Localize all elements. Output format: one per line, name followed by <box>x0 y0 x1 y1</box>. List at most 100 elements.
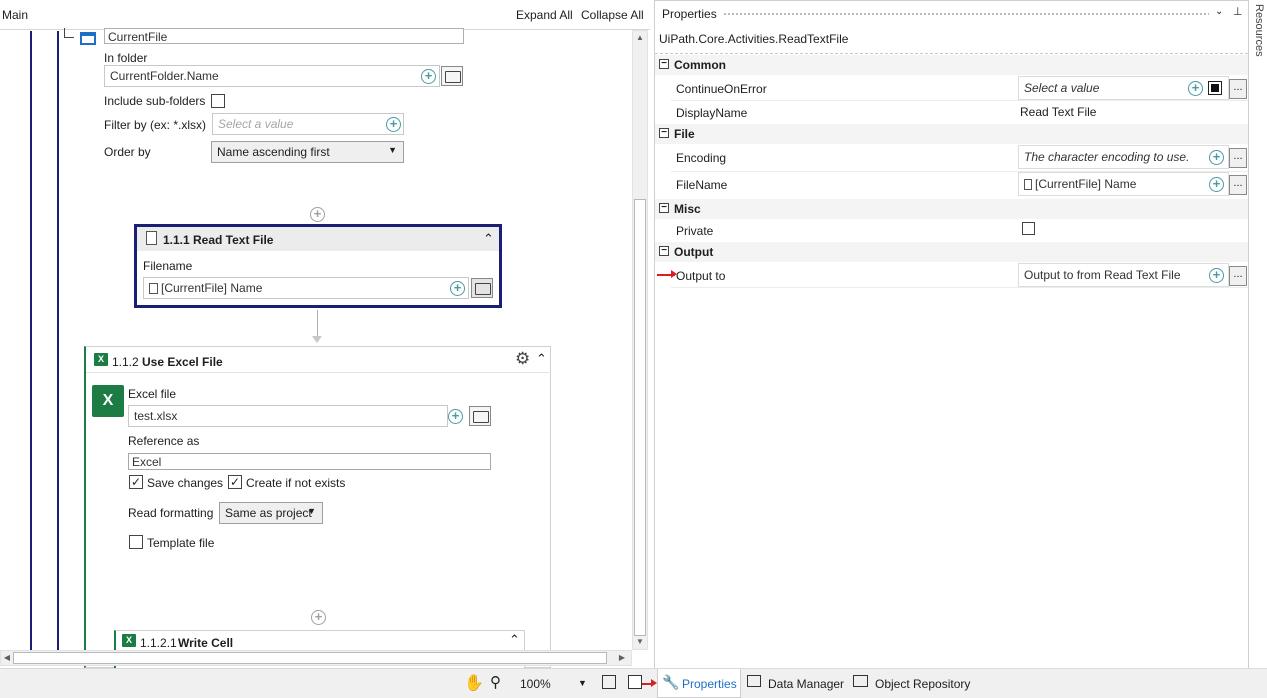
zoom-dropdown-caret-icon[interactable]: ▼ <box>578 678 587 688</box>
read-text-file-activity[interactable]: 1.1.1 Read Text File ⌃ Filename [Current… <box>134 224 502 308</box>
zoom-search-icon[interactable]: ⚲ <box>490 673 501 691</box>
encoding-name: Encoding <box>676 151 727 165</box>
filter-add-icon[interactable]: + <box>386 117 401 132</box>
tab-object-repository[interactable]: Object Repository <box>849 669 979 698</box>
continue-on-error-add-icon[interactable]: + <box>1188 81 1203 96</box>
excel-file-browse-button[interactable] <box>469 406 491 426</box>
continue-on-error-more-button[interactable]: ... <box>1229 79 1247 99</box>
breadcrumb[interactable]: Main <box>2 8 28 22</box>
in-folder-add-icon[interactable]: + <box>421 69 436 84</box>
filename-label: Filename <box>143 259 193 273</box>
designer-header: Main Expand All Collapse All <box>0 0 650 30</box>
zoom-level[interactable]: 100% <box>520 677 551 691</box>
output-to-input[interactable]: Output to from Read Text File <box>1018 263 1229 287</box>
resources-side-tab[interactable]: Resources <box>1251 0 1267 80</box>
expand-all-link[interactable]: Expand All <box>516 8 573 22</box>
include-subfolders-checkbox[interactable] <box>211 94 225 108</box>
collapse-toggle-icon[interactable]: − <box>659 203 669 213</box>
save-changes-checkbox[interactable]: ✓ <box>129 475 143 489</box>
data-manager-icon <box>747 675 761 687</box>
collapse-chevron-icon[interactable]: ⌃ <box>483 231 494 247</box>
overview-map-icon[interactable] <box>628 675 642 689</box>
order-by-dropdown[interactable]: Name ascending first ▼ <box>211 141 404 163</box>
file-variable-icon <box>149 283 158 294</box>
include-subfolders-label: Include sub-folders <box>104 94 206 108</box>
file-name-add-icon[interactable]: + <box>1209 177 1224 192</box>
insert-activity-icon[interactable]: + <box>310 207 325 222</box>
continue-on-error-checkbox[interactable] <box>1208 81 1222 95</box>
use-excel-file-activity[interactable]: X 1.1.2 Use Excel File ⚙ ⌃ X Excel file … <box>84 346 551 668</box>
section-file-label: File <box>674 127 695 141</box>
scroll-left-arrow-icon[interactable]: ◀ <box>3 653 11 662</box>
collapse-chevron-icon[interactable]: ⌃ <box>536 351 547 367</box>
card-divider <box>86 372 551 373</box>
collapse-toggle-icon[interactable]: − <box>659 246 669 256</box>
scroll-up-arrow-icon[interactable]: ▲ <box>633 33 647 42</box>
resources-tab-label: Resources <box>1253 4 1265 57</box>
scrollbar-thumb[interactable] <box>13 652 607 664</box>
template-file-checkbox[interactable] <box>129 535 143 549</box>
current-file-name-field[interactable]: CurrentFile <box>104 28 464 44</box>
settings-gear-icon[interactable]: ⚙ <box>515 349 530 369</box>
filter-label: Filter by (ex: *.xlsx) <box>104 118 207 132</box>
encoding-input[interactable]: The character encoding to use. <box>1018 145 1229 169</box>
display-name-name: DisplayName <box>676 106 748 120</box>
designer-vertical-scrollbar[interactable]: ▲ ▼ <box>632 30 648 650</box>
wrench-icon: 🔧 <box>662 674 680 690</box>
file-name-more-button[interactable]: ... <box>1229 175 1247 195</box>
read-formatting-dropdown[interactable]: Same as project ▼ <box>219 502 323 524</box>
tab-data-manager[interactable]: Data Manager <box>743 669 847 698</box>
filter-input[interactable]: Select a value <box>212 113 404 135</box>
encoding-add-icon[interactable]: + <box>1209 150 1224 165</box>
output-to-name: Output to <box>676 269 726 283</box>
scroll-down-arrow-icon[interactable]: ▼ <box>633 637 647 646</box>
save-changes-label: Save changes <box>147 476 224 490</box>
panel-menu-chevron-icon[interactable]: ⌄ <box>1215 6 1223 17</box>
excel-file-input[interactable]: test.xlsx <box>128 405 448 427</box>
panel-grip[interactable] <box>723 12 1209 17</box>
pin-icon[interactable]: ⊥ <box>1233 5 1243 18</box>
private-checkbox[interactable] <box>1022 222 1035 235</box>
in-folder-input[interactable]: CurrentFolder.Name <box>104 65 440 87</box>
collapse-toggle-icon[interactable]: − <box>659 59 669 69</box>
read-text-file-title: Read Text File <box>193 233 274 247</box>
section-common-label: Common <box>674 58 726 72</box>
filename-add-icon[interactable]: + <box>450 281 465 296</box>
display-name-value[interactable]: Read Text File <box>1020 105 1096 119</box>
fit-to-screen-icon[interactable] <box>602 675 616 689</box>
object-repository-icon <box>853 675 868 687</box>
output-to-more-button[interactable]: ... <box>1229 266 1247 286</box>
order-by-value: Name ascending first <box>217 145 330 159</box>
encoding-more-button[interactable]: ... <box>1229 148 1247 168</box>
read-formatting-value: Same as project <box>225 506 312 520</box>
section-file[interactable]: − File <box>655 124 1248 144</box>
reference-as-input[interactable]: Excel <box>128 453 491 470</box>
tab-properties[interactable]: 🔧 Properties <box>657 669 741 698</box>
section-output[interactable]: − Output <box>655 242 1248 262</box>
filename-browse-button[interactable] <box>471 278 493 298</box>
excel-small-icon: X <box>94 353 108 366</box>
section-common[interactable]: − Common <box>655 55 1248 75</box>
status-bar: ✋ ⚲ 100% ▼ 🔧 Properties Data Manager Obj… <box>0 668 1267 698</box>
activity-type-name: UiPath.Core.Activities.ReadTextFile <box>659 32 849 46</box>
output-to-add-icon[interactable]: + <box>1209 268 1224 283</box>
pan-hand-icon[interactable]: ✋ <box>464 673 484 693</box>
collapse-all-link[interactable]: Collapse All <box>581 8 644 22</box>
reference-as-label: Reference as <box>128 434 200 448</box>
in-folder-browse-button[interactable] <box>441 66 463 86</box>
continue-on-error-name: ContinueOnError <box>676 82 767 96</box>
excel-file-add-icon[interactable]: + <box>448 409 463 424</box>
filename-input[interactable]: [CurrentFile] Name <box>143 277 469 299</box>
scrollbar-thumb[interactable] <box>634 199 646 636</box>
write-cell-number: 1.1.2.1 <box>140 636 177 650</box>
designer-horizontal-scrollbar[interactable]: ◀ ▶ <box>0 650 632 666</box>
properties-panel: Properties ⌄ ⊥ UiPath.Core.Activities.Re… <box>654 0 1249 673</box>
file-name-input[interactable]: [CurrentFile] Name <box>1018 172 1229 196</box>
insert-activity-icon[interactable]: + <box>311 610 326 625</box>
collapse-toggle-icon[interactable]: − <box>659 128 669 138</box>
tree-connector <box>64 28 74 38</box>
section-misc[interactable]: − Misc <box>655 199 1248 219</box>
create-if-not-exists-checkbox[interactable]: ✓ <box>228 475 242 489</box>
scroll-right-arrow-icon[interactable]: ▶ <box>618 653 626 662</box>
collapse-chevron-icon[interactable]: ⌃ <box>509 632 520 648</box>
